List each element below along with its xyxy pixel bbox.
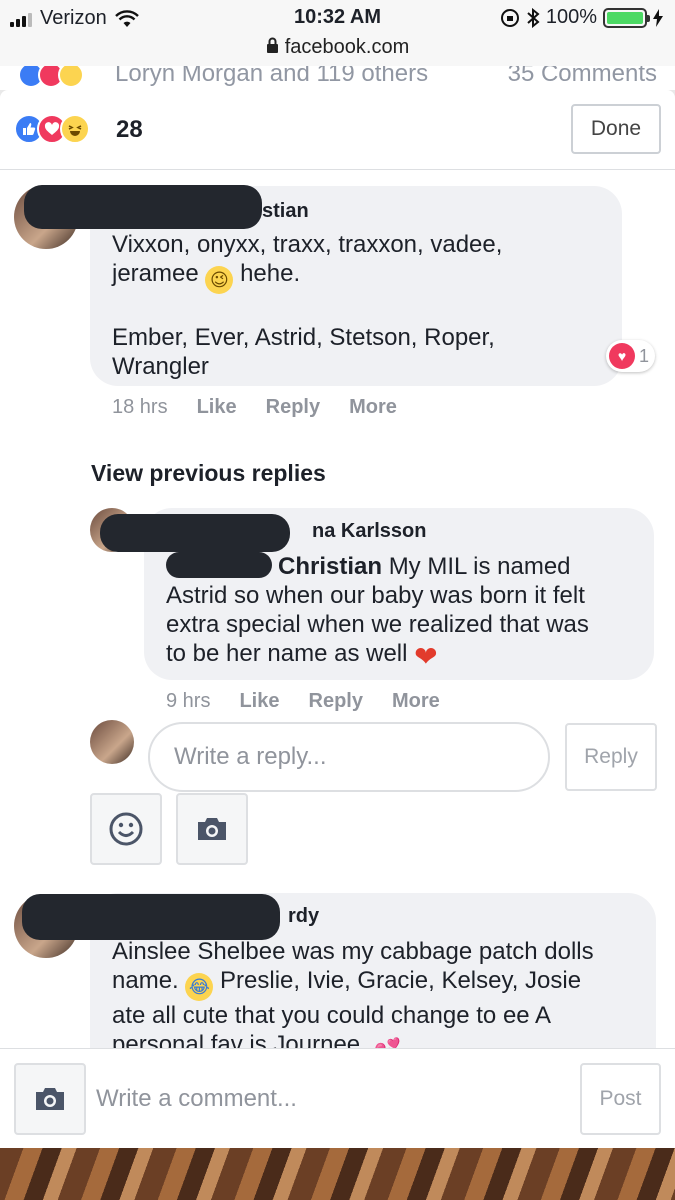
like-link[interactable]: Like (197, 396, 237, 419)
done-button[interactable]: Done (571, 104, 661, 154)
photo-button[interactable] (176, 793, 248, 865)
battery-percent: 100% (545, 6, 597, 28)
redaction-bar (100, 514, 290, 552)
reply-submit-button[interactable]: Reply (565, 723, 657, 791)
battery-icon (603, 7, 650, 28)
status-bar: Verizon 10:32 AM 100% (0, 0, 675, 36)
camera-icon (36, 1088, 64, 1110)
comment-reaction-badge[interactable]: ♥ 1 (606, 340, 656, 372)
red-heart-emoji-icon: ❤ (414, 641, 438, 672)
underlying-comments-count: 35 Comments (507, 66, 657, 87)
more-link[interactable]: More (349, 396, 397, 419)
url-bar[interactable]: facebook.com (0, 36, 675, 66)
reply-link[interactable]: Reply (266, 396, 320, 419)
lock-icon (266, 37, 278, 53)
status-right: 100% (500, 6, 663, 29)
redaction-bar (166, 552, 272, 578)
bluetooth-icon (527, 7, 540, 28)
underlying-post-summary: Loryn Morgan and 119 others 35 Comments (0, 66, 675, 90)
more-link[interactable]: More (392, 690, 440, 713)
orientation-lock-icon (500, 8, 519, 27)
emoji-button[interactable] (90, 793, 162, 865)
reaction-count[interactable]: 28 (116, 116, 143, 144)
current-user-avatar (90, 720, 134, 764)
reply-time[interactable]: 9 hrs (166, 690, 210, 713)
comment-text: Ainslee Shelbee was my cabbage patch dol… (112, 937, 634, 1064)
camera-icon (198, 818, 226, 840)
comment-reaction-count: 1 (639, 345, 650, 366)
reply-actions: 9 hrs Like Reply More (166, 690, 440, 713)
comment-input[interactable] (96, 1071, 566, 1127)
smiley-icon (109, 812, 143, 846)
comment-text: Vixxon, onyxx, traxx, traxxon, vadee, je… (112, 231, 503, 380)
comment-composer: Post (0, 1048, 675, 1148)
like-link[interactable]: Like (239, 690, 279, 713)
url-text: facebook.com (284, 36, 410, 58)
redaction-bar (24, 185, 262, 229)
background-photo-strip (0, 1148, 675, 1200)
underlying-reactors-text: Loryn Morgan and 119 others (115, 66, 429, 87)
sheet-header: 28 Done (0, 90, 675, 170)
tears-of-joy-emoji-icon: 😂 (185, 973, 214, 1001)
charging-icon (653, 8, 663, 27)
reaction-icons[interactable] (14, 114, 90, 144)
reply-link[interactable]: Reply (309, 690, 363, 713)
attach-photo-button[interactable] (14, 1063, 86, 1135)
reply-input[interactable] (148, 722, 550, 792)
comment-actions: 18 hrs Like Reply More (112, 396, 397, 419)
post-button[interactable]: Post (580, 1063, 661, 1135)
comments-sheet: 28 Done stian Vixxon, onyxx, traxx, trax… (0, 90, 675, 1148)
underlying-reactions (18, 66, 84, 88)
haha-reaction-icon (60, 114, 90, 144)
comment-time[interactable]: 18 hrs (112, 396, 168, 419)
wink-emoji-icon: 😉 (205, 266, 234, 294)
redaction-bar (22, 894, 280, 940)
love-reaction-icon: ♥ (609, 343, 635, 369)
view-previous-replies-link[interactable]: View previous replies (91, 460, 326, 487)
